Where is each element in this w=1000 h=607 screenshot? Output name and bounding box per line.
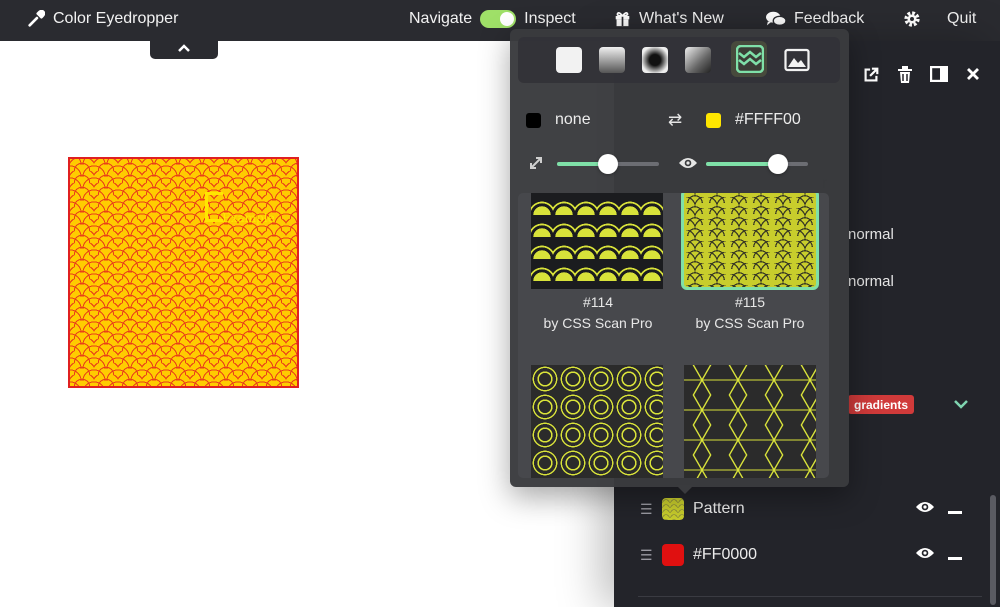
remove-icon[interactable] (940, 499, 970, 520)
color-b-row[interactable]: #FFFF00 (706, 108, 801, 132)
color-b-value[interactable]: #FFFF00 (735, 111, 801, 129)
inspect-label[interactable]: Inspect (524, 10, 576, 28)
settings-button[interactable] (903, 0, 921, 37)
image-type-icon[interactable] (784, 47, 810, 73)
pattern-thumb-115[interactable] (681, 193, 819, 290)
close-icon[interactable] (963, 66, 983, 86)
quit-label[interactable]: Quit (947, 10, 976, 28)
panel-scrollbar[interactable] (990, 495, 996, 605)
divider (638, 596, 982, 597)
size-slider[interactable] (557, 154, 659, 174)
chevron-down-icon[interactable] (953, 393, 969, 414)
gift-icon (615, 12, 630, 27)
eyedropper-icon (28, 9, 45, 27)
color-b-swatch[interactable] (706, 112, 721, 128)
dock-icon[interactable] (929, 65, 949, 86)
gear-icon (904, 10, 920, 27)
pattern-picker-popover: none ⇄ #FFFF00 #114 by CSS Scan Pro #115… (510, 29, 849, 487)
example-element[interactable]: Example (68, 157, 299, 388)
solid-type-icon[interactable] (556, 47, 582, 73)
conic-gradient-type-icon[interactable] (685, 47, 711, 73)
pattern-thumb-114[interactable] (531, 193, 663, 289)
remove-icon[interactable] (940, 545, 970, 566)
pattern-gallery: #114 by CSS Scan Pro #115 by CSS Scan Pr… (518, 193, 829, 478)
app-title-group: Color Eyedropper (27, 0, 178, 37)
drag-handle-icon[interactable]: ☰ (640, 547, 662, 564)
pattern-thumb-star[interactable] (684, 365, 816, 478)
pattern-number: #115 (734, 294, 766, 310)
pattern-label-114: #114 by CSS Scan Pro (518, 292, 678, 334)
background-type-bar (518, 37, 840, 83)
radial-gradient-type-icon[interactable] (642, 47, 668, 73)
layer-row-pattern[interactable]: ☰ Pattern (640, 494, 970, 524)
app-title: Color Eyedropper (53, 9, 179, 27)
pattern-thumb-swirl[interactable] (531, 365, 663, 478)
navigate-label[interactable]: Navigate (409, 10, 472, 28)
color-a-row[interactable]: none (526, 108, 591, 132)
top-toolbar: Color Eyedropper Navigate Inspect What's… (0, 0, 1000, 41)
pattern-type-icon[interactable] (735, 44, 765, 74)
pattern-author: by CSS Scan Pro (695, 315, 805, 331)
opacity-slider-knob[interactable] (768, 154, 788, 174)
linear-gradient-type-icon[interactable] (599, 47, 625, 73)
isolation-value[interactable]: normal (848, 273, 894, 290)
quit-button[interactable]: Quit (947, 0, 976, 37)
opacity-slider[interactable] (706, 154, 808, 174)
layer-label: #FF0000 (693, 546, 758, 563)
chat-icon (766, 11, 786, 26)
collapse-toolbar-button[interactable] (150, 37, 218, 59)
trash-icon[interactable] (895, 66, 915, 86)
external-link-icon[interactable] (861, 66, 881, 86)
drag-handle-icon[interactable]: ☰ (640, 501, 662, 518)
swap-icon[interactable]: ⇄ (668, 110, 682, 130)
popover-pointer (676, 485, 694, 494)
chevron-up-icon (178, 44, 190, 52)
mode-toggle[interactable] (480, 9, 517, 28)
pattern-number: #114 (582, 294, 614, 310)
eye-icon[interactable] (910, 546, 940, 565)
panel-actions (861, 65, 983, 86)
layer-label: Pattern (693, 500, 745, 517)
color-a-value[interactable]: none (555, 111, 591, 129)
eye-icon[interactable] (910, 500, 940, 519)
gradients-badge: gradients (848, 395, 915, 414)
example-text: Example (222, 211, 275, 225)
whats-new-label[interactable]: What's New (639, 10, 724, 28)
feedback-label[interactable]: Feedback (794, 10, 864, 28)
opacity-eye-icon (678, 156, 698, 170)
color-a-swatch[interactable] (526, 112, 541, 128)
resize-icon (528, 155, 544, 171)
pattern-label-115: #115 by CSS Scan Pro (670, 292, 829, 334)
pattern-swatch[interactable] (662, 498, 684, 520)
layer-row-color[interactable]: ☰ #FF0000 (640, 540, 970, 570)
color-swatch[interactable] (662, 544, 684, 566)
example-bracket-shape (205, 192, 223, 222)
blend-mode-value[interactable]: normal (848, 226, 894, 243)
size-slider-knob[interactable] (598, 154, 618, 174)
pattern-author: by CSS Scan Pro (543, 315, 653, 331)
